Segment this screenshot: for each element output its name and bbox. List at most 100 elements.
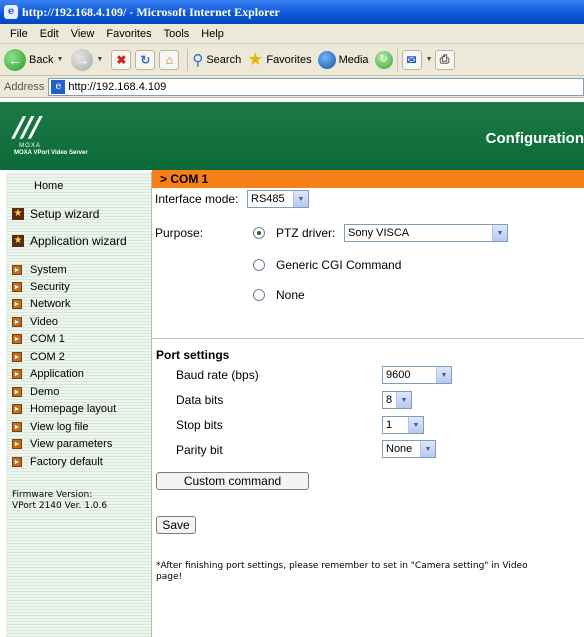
arrow-icon: ► [12, 264, 22, 275]
sidebar-item-application[interactable]: ► Application [12, 365, 84, 382]
data-bits-value: 8 [386, 394, 393, 406]
sidebar-item-label: Security [30, 280, 70, 293]
firmware-version: VPort 2140 Ver. 1.0.6 [12, 501, 108, 511]
sidebar-item-homepage-layout[interactable]: ► Homepage layout [12, 400, 116, 417]
sidebar-item-view-log-file[interactable]: ► View log file [12, 418, 89, 435]
menu-favorites[interactable]: Favorites [106, 28, 151, 40]
radio-selected-dot [257, 231, 261, 235]
sidebar-item-com2[interactable]: ► COM 2 [12, 348, 65, 365]
back-label: Back [29, 53, 54, 66]
moxa-logo: /// MOXA MOXA VPort Video Server [14, 110, 88, 156]
arrow-icon: ► [12, 351, 22, 362]
sidebar-item-com1[interactable]: ► COM 1 [12, 330, 65, 347]
interface-mode-value: RS485 [251, 193, 285, 205]
stop-bits-select[interactable]: 1 ▼ [382, 416, 424, 434]
arrow-icon: ► [12, 386, 22, 397]
refresh-icon[interactable]: ↻ [135, 49, 156, 70]
chevron-down-icon[interactable]: ▼ [96, 56, 103, 63]
chevron-down-icon[interactable]: ▼ [426, 56, 433, 63]
sidebar-item-application-wizard[interactable]: ★ Application wizard [12, 234, 127, 248]
ptz-driver-value: Sony VISCA [348, 227, 410, 239]
main-content: Interface mode: RS485 ▼ Purpose: PTZ dri… [152, 188, 584, 637]
section-divider [152, 338, 584, 339]
sidebar-item-video[interactable]: ► Video [12, 313, 58, 330]
media-icon [317, 50, 336, 69]
address-label: Address [4, 80, 45, 93]
home-icon[interactable]: ⌂ [159, 49, 180, 70]
baud-rate-value: 9600 [386, 369, 411, 381]
history-icon[interactable]: ↻ [374, 50, 393, 69]
sidebar-item-label: View parameters [30, 437, 113, 450]
favorites-button[interactable]: ★ Favorites [247, 49, 311, 70]
sidebar: Home ★ Setup wizard ★ Application wizard… [6, 172, 152, 637]
print-icon[interactable]: ⎙ [434, 49, 455, 70]
mail-icon[interactable]: ✉ [401, 49, 422, 70]
arrow-icon: ► [12, 421, 22, 432]
radio-none[interactable] [253, 289, 265, 301]
toolbar-divider [187, 48, 189, 71]
menu-help[interactable]: Help [201, 28, 224, 40]
port-settings-title: Port settings [156, 348, 230, 362]
stop-bits-value: 1 [386, 419, 393, 431]
star-icon: ★ [247, 49, 264, 69]
search-button[interactable]: ⚲ Search [192, 51, 241, 69]
data-bits-select[interactable]: 8 ▼ [382, 391, 412, 409]
interface-mode-label: Interface mode: [155, 192, 239, 206]
chevron-down-icon[interactable]: ▼ [56, 56, 63, 63]
sidebar-item-label: Homepage layout [30, 402, 117, 415]
arrow-icon: ► [12, 298, 22, 309]
browser-toolbar: ← Back ▼ → ▼ ✖ ↻ ⌂ ⚲ Search ★ Favorites … [0, 44, 584, 76]
section-bar: > COM 1 [152, 170, 584, 188]
sidebar-item-view-parameters[interactable]: ► View parameters [12, 435, 112, 452]
wizard-icon: ★ [12, 208, 24, 220]
sidebar-item-demo[interactable]: ► Demo [12, 383, 59, 400]
menu-edit[interactable]: Edit [40, 28, 59, 40]
sidebar-item-label: Video [30, 315, 58, 328]
ie-icon: e [4, 5, 18, 19]
sidebar-item-label: COM 1 [30, 332, 65, 345]
radio-ptz-driver[interactable] [253, 227, 265, 239]
parity-bit-select[interactable]: None ▼ [382, 440, 436, 458]
address-input[interactable]: e http://192.168.4.109 [48, 77, 584, 96]
page-icon: e [51, 79, 66, 94]
interface-mode-select[interactable]: RS485 ▼ [247, 190, 309, 208]
forward-button[interactable]: → ▼ [71, 48, 105, 71]
back-button[interactable]: ← Back ▼ [4, 48, 65, 71]
parity-bit-value: None [386, 443, 413, 455]
menu-bar: File Edit View Favorites Tools Help [0, 24, 584, 44]
parity-bit-label: Parity bit [176, 443, 223, 457]
save-button[interactable]: Save [156, 516, 196, 534]
address-url: http://192.168.4.109 [68, 80, 167, 93]
stop-icon[interactable]: ✖ [111, 49, 132, 70]
radio-generic-cgi[interactable] [253, 259, 265, 271]
ptz-driver-select[interactable]: Sony VISCA ▼ [344, 224, 508, 242]
forward-arrow-icon: → [71, 48, 94, 71]
logo-brand: MOXA [19, 143, 41, 149]
arrow-icon: ► [12, 438, 22, 449]
address-bar: Address e http://192.168.4.109 [0, 76, 584, 98]
sidebar-item-label: Network [30, 297, 71, 310]
sidebar-item-security[interactable]: ► Security [12, 278, 70, 295]
settings-note: *After finishing port settings, please r… [156, 561, 528, 582]
search-icon: ⚲ [192, 51, 204, 69]
sidebar-item-label: Setup wizard [30, 207, 100, 221]
media-button[interactable]: Media [317, 50, 369, 69]
custom-command-button[interactable]: Custom command [156, 472, 309, 490]
menu-view[interactable]: View [71, 28, 95, 40]
sidebar-item-home[interactable]: Home [34, 180, 63, 192]
baud-rate-select[interactable]: 9600 ▼ [382, 366, 452, 384]
purpose-label: Purpose: [155, 226, 204, 240]
sidebar-item-label: Application wizard [30, 234, 127, 248]
sidebar-item-setup-wizard[interactable]: ★ Setup wizard [12, 207, 99, 221]
baud-rate-label: Baud rate (bps) [176, 368, 259, 382]
logo-mark-icon: /// [14, 110, 41, 143]
sidebar-item-label: Factory default [30, 455, 103, 468]
sidebar-item-label: Application [30, 367, 84, 380]
sidebar-item-label: COM 2 [30, 350, 65, 363]
sidebar-item-system[interactable]: ► System [12, 261, 67, 278]
menu-file[interactable]: File [10, 28, 28, 40]
sidebar-item-network[interactable]: ► Network [12, 295, 70, 312]
sidebar-item-factory-default[interactable]: ► Factory default [12, 453, 103, 470]
menu-tools[interactable]: Tools [164, 28, 190, 40]
generic-cgi-label: Generic CGI Command [276, 258, 402, 272]
